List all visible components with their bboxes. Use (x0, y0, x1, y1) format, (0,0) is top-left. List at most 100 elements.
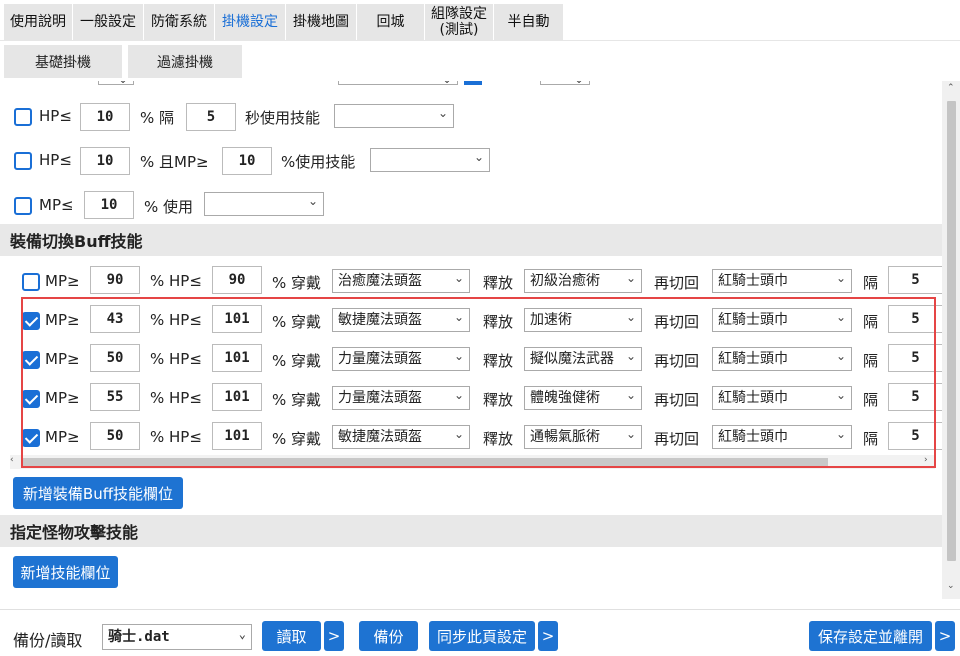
mp-label: MP≤ (39, 196, 74, 214)
main-tab-bar: 使用說明 一般設定 防衛系統 掛機設定 掛機地圖 回城 組隊設定 (測試) 半自… (0, 0, 960, 41)
backup-button[interactable]: 備份 (359, 621, 418, 651)
buff-hp-input[interactable]: 101 (212, 305, 262, 333)
buff-row-checkbox[interactable] (22, 312, 40, 330)
switch-back-select[interactable]: 紅騎士頭巾 (712, 347, 852, 371)
wear-label: % 穿戴 (272, 391, 322, 409)
buff-row-checkbox[interactable] (22, 273, 40, 291)
hp-label: % HP≤ (150, 311, 202, 329)
sync-page-button[interactable]: 同步此頁設定 (429, 621, 535, 651)
buff-interval-input[interactable]: 5 (888, 383, 942, 411)
hp-skill-select[interactable] (334, 104, 454, 128)
buff-hp-input[interactable]: 101 (212, 344, 262, 372)
buff-mp-input[interactable]: 43 (90, 305, 140, 333)
switch-back-label: 再切回 (654, 274, 700, 292)
mp-item-select[interactable] (204, 192, 324, 216)
tab-afk-map[interactable]: 掛機地圖 (286, 4, 357, 40)
read-button[interactable]: 讀取 (262, 621, 321, 651)
vertical-scrollbar-thumb[interactable] (947, 101, 956, 561)
mp-checkbox[interactable] (14, 197, 32, 215)
backup-read-label: 備份/讀取 (13, 631, 83, 650)
tab-return-town[interactable]: 回城 (357, 4, 425, 40)
buff-row-checkbox[interactable] (22, 390, 40, 408)
buff-mp-input[interactable]: 50 (90, 422, 140, 450)
switch-back-select[interactable]: 紅騎士頭巾 (712, 269, 852, 293)
hp-mp-label: % 且MP≥ (140, 153, 209, 171)
hp-mp-skill-select[interactable] (370, 148, 490, 172)
save-and-exit-button[interactable]: 保存設定並離開 (809, 621, 932, 651)
subtab-basic[interactable]: 基礎掛機 (4, 45, 122, 78)
hp-interval-checkbox[interactable] (14, 108, 32, 126)
buff-interval-input[interactable]: 5 (888, 266, 942, 294)
horizontal-scrollbar[interactable]: ‹ › (10, 455, 935, 469)
interval-label: 隔 (863, 352, 879, 370)
scroll-up-icon[interactable]: ⌃ (947, 83, 955, 93)
switch-back-label: 再切回 (654, 313, 700, 331)
hp-mp-checkbox[interactable] (14, 152, 32, 170)
read-more-button[interactable]: > (324, 621, 344, 651)
interval-label: 隔 (863, 313, 879, 331)
mp-threshold-input[interactable]: 10 (84, 191, 134, 219)
profile-file-select[interactable]: 骑士.dat (102, 624, 252, 650)
save-more-button[interactable]: > (935, 621, 955, 651)
mp-label: MP≥ (45, 350, 80, 368)
scroll-right-icon[interactable]: › (924, 455, 928, 465)
buff-mp-input[interactable]: 55 (90, 383, 140, 411)
wear-label: % 穿戴 (272, 274, 322, 292)
buff-interval-input[interactable]: 5 (888, 422, 942, 450)
release-label: 釋放 (483, 274, 514, 292)
tab-party[interactable]: 組隊設定 (測試) (425, 4, 494, 40)
switch-back-select[interactable]: 紅騎士頭巾 (712, 308, 852, 332)
subtab-filter[interactable]: 過濾掛機 (128, 45, 242, 78)
hp-label: % HP≤ (150, 389, 202, 407)
wear-label: % 穿戴 (272, 352, 322, 370)
interval-label: 隔 (863, 391, 879, 409)
buff-skill-select[interactable]: 擬似魔法武器 (524, 347, 642, 371)
mp-threshold-input[interactable]: 10 (222, 147, 272, 175)
buff-interval-input[interactable]: 5 (888, 344, 942, 372)
add-skill-button[interactable]: 新增技能欄位 (13, 556, 118, 588)
hp-threshold-input[interactable]: 10 (80, 103, 130, 131)
tab-afk-settings[interactable]: 掛機設定 (215, 4, 286, 40)
monster-section-header: 指定怪物攻擊技能 (0, 515, 942, 547)
switch-back-select[interactable]: 紅騎士頭巾 (712, 425, 852, 449)
hp-label: % HP≤ (150, 428, 202, 446)
buff-mp-input[interactable]: 50 (90, 344, 140, 372)
hp-label: HP≤ (39, 151, 72, 169)
equip-select[interactable]: 力量魔法頭盔 (332, 347, 470, 371)
buff-hp-input[interactable]: 101 (212, 422, 262, 450)
equip-select[interactable]: 力量魔法頭盔 (332, 386, 470, 410)
buff-skill-select[interactable]: 加速術 (524, 308, 642, 332)
tab-general[interactable]: 一般設定 (73, 4, 144, 40)
scroll-left-icon[interactable]: ‹ (10, 455, 14, 465)
scroll-down-icon[interactable]: ⌄ (947, 581, 955, 591)
buff-skill-select[interactable]: 初級治癒術 (524, 269, 642, 293)
buff-skill-select[interactable]: 體魄強健術 (524, 386, 642, 410)
release-label: 釋放 (483, 391, 514, 409)
interval-label: 隔 (863, 274, 879, 292)
hp-interval-label: % 隔 (140, 109, 175, 127)
sync-more-button[interactable]: > (538, 621, 558, 651)
hp-threshold-input[interactable]: 10 (80, 147, 130, 175)
tab-semi-auto[interactable]: 半自動 (494, 4, 564, 40)
buff-hp-input[interactable]: 101 (212, 383, 262, 411)
switch-back-select[interactable]: 紅騎士頭巾 (712, 386, 852, 410)
partial-field (540, 81, 590, 85)
hp-label: % HP≤ (150, 272, 202, 290)
vertical-scrollbar[interactable]: ⌃ ⌄ (942, 81, 960, 599)
buff-row-checkbox[interactable] (22, 429, 40, 447)
equip-select[interactable]: 敏捷魔法頭盔 (332, 308, 470, 332)
horizontal-scrollbar-thumb[interactable] (22, 458, 828, 466)
buff-hp-input[interactable]: 90 (212, 266, 262, 294)
buff-skill-select[interactable]: 通暢氣脈術 (524, 425, 642, 449)
equip-select[interactable]: 敏捷魔法頭盔 (332, 425, 470, 449)
tab-usage[interactable]: 使用說明 (4, 4, 73, 40)
buff-interval-input[interactable]: 5 (888, 305, 942, 333)
equip-select[interactable]: 治癒魔法頭盔 (332, 269, 470, 293)
buff-mp-input[interactable]: 90 (90, 266, 140, 294)
switch-back-label: 再切回 (654, 391, 700, 409)
tab-defense[interactable]: 防衛系統 (144, 4, 215, 40)
buff-row-checkbox[interactable] (22, 351, 40, 369)
mp-label: MP≥ (45, 311, 80, 329)
interval-seconds-input[interactable]: 5 (186, 103, 236, 131)
add-buff-button[interactable]: 新增裝備Buff技能欄位 (13, 477, 183, 509)
